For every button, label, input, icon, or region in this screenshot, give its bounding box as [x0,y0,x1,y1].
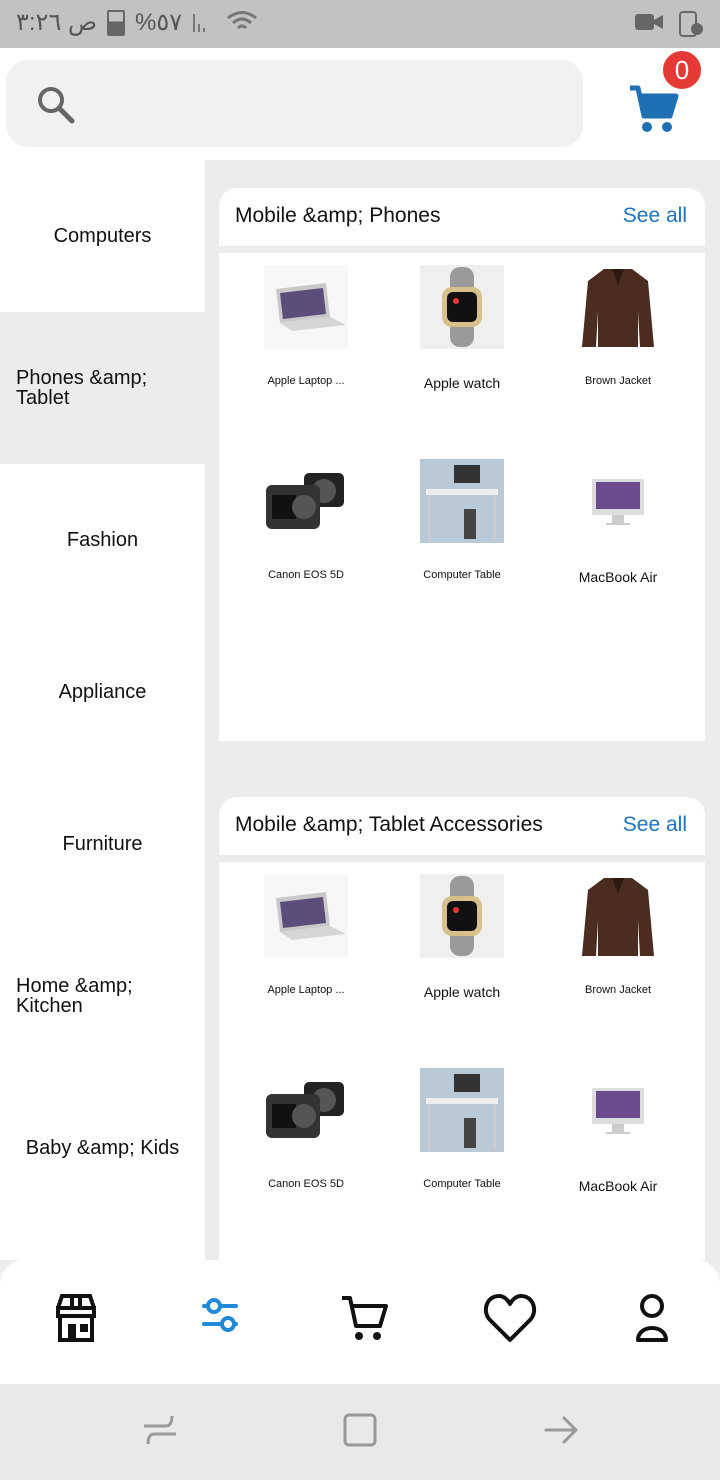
back-arrow-icon[interactable] [542,1410,582,1450]
battery-icon [107,9,126,36]
product-card[interactable]: Brown Jacket [537,253,699,433]
product-name: Canon EOS 5D [268,1178,344,1190]
product-name: Brown Jacket [584,984,652,996]
product-name: Computer Table [423,1178,501,1190]
laptop-image [264,874,348,958]
product-card[interactable]: Apple watch [381,253,543,433]
see-all-link[interactable]: See all [623,813,687,837]
product-grid: Apple Laptop ... Apple watch Brown Jacke… [219,253,705,741]
category-baby-kids[interactable]: Baby &amp; Kids [0,1072,205,1224]
category-label: Home &amp; Kitchen [16,975,133,1017]
watch-image [420,265,504,349]
product-name: Apple Laptop ... [267,984,345,996]
store-icon[interactable] [40,1282,112,1354]
category-home-kitchen[interactable]: Home &amp; Kitchen [0,920,205,1072]
search-input[interactable] [6,60,583,147]
status-time: ص ٣:٢٦ [16,9,98,36]
camera-image [264,1068,348,1152]
product-grid: Apple Laptop ... Apple watch Brown Jacke… [219,862,705,1260]
category-computers[interactable]: Computers [0,160,205,312]
system-navigation-bar [0,1384,720,1480]
desk-image [420,459,504,543]
jacket-image [576,874,660,958]
category-label: Computers [53,224,152,247]
category-phones-tablet[interactable]: Phones &amp; Tablet [0,312,205,464]
product-name: Apple Laptop ... [267,375,345,387]
jacket-image [576,265,660,349]
wifi-icon [227,10,258,29]
watch-image [420,874,504,958]
section-title: Mobile &amp; Tablet Accessories [235,813,543,836]
product-card[interactable]: Computer Table [381,447,543,627]
category-label: Furniture [62,832,143,855]
category-furniture[interactable]: Furniture [0,768,205,920]
product-name: Apple watch [423,984,501,1000]
category-appliance[interactable]: Appliance [0,616,205,768]
cart-icon[interactable] [328,1282,400,1354]
product-name: MacBook Air [578,1178,658,1194]
product-name: Apple watch [423,375,501,391]
search-icon [38,87,75,124]
battery-percent: %٥٧ [135,9,183,36]
category-label: Fashion [66,528,139,551]
product-name: MacBook Air [578,569,658,585]
cart-count-badge: 0 [662,50,702,90]
category-label: Phones &amp; Tablet [16,367,148,409]
category-sidebar: Computers Phones &amp; Tablet Fashion Ap… [0,160,205,1260]
home-button-icon[interactable] [340,1410,380,1450]
product-card[interactable]: MacBook Air [537,447,699,627]
category-label: Baby &amp; Kids [25,1136,180,1159]
product-card[interactable]: Apple watch [381,862,543,1042]
category-label: Appliance [58,680,147,703]
shopping-cart-icon[interactable] [628,84,680,136]
filter-icon[interactable] [184,1282,256,1354]
signal-icon [193,13,206,32]
video-icon [635,14,663,30]
product-card[interactable]: MacBook Air [537,1056,699,1236]
bottom-navigation [0,1260,720,1384]
heart-icon[interactable] [474,1282,546,1354]
section-header: Mobile &amp; Phones See all [219,188,705,246]
product-card[interactable]: Apple Laptop ... [225,253,387,433]
status-right [634,10,704,38]
top-bar: 0 [0,48,720,160]
recent-apps-icon[interactable] [140,1410,180,1450]
product-card[interactable]: Computer Table [381,1056,543,1236]
product-card[interactable]: Apple Laptop ... [225,862,387,1042]
product-card[interactable]: Brown Jacket [537,862,699,1042]
screen-timer-icon [679,11,703,37]
user-icon[interactable] [616,1282,688,1354]
camera-image [264,459,348,543]
product-name: Brown Jacket [584,375,652,387]
category-fashion[interactable]: Fashion [0,464,205,616]
product-name: Canon EOS 5D [268,569,344,581]
laptop-image [264,265,348,349]
section-header: Mobile &amp; Tablet Accessories See all [219,797,705,855]
status-left: ص ٣:٢٦ %٥٧ [16,8,258,37]
product-card[interactable]: Canon EOS 5D [225,447,387,627]
desk-image [420,1068,504,1152]
section-title: Mobile &amp; Phones [235,204,441,227]
product-card[interactable]: Canon EOS 5D [225,1056,387,1236]
see-all-link[interactable]: See all [623,204,687,228]
imac-image [576,459,660,543]
status-bar: ص ٣:٢٦ %٥٧ [0,0,720,48]
imac-image [576,1068,660,1152]
product-name: Computer Table [423,569,501,581]
